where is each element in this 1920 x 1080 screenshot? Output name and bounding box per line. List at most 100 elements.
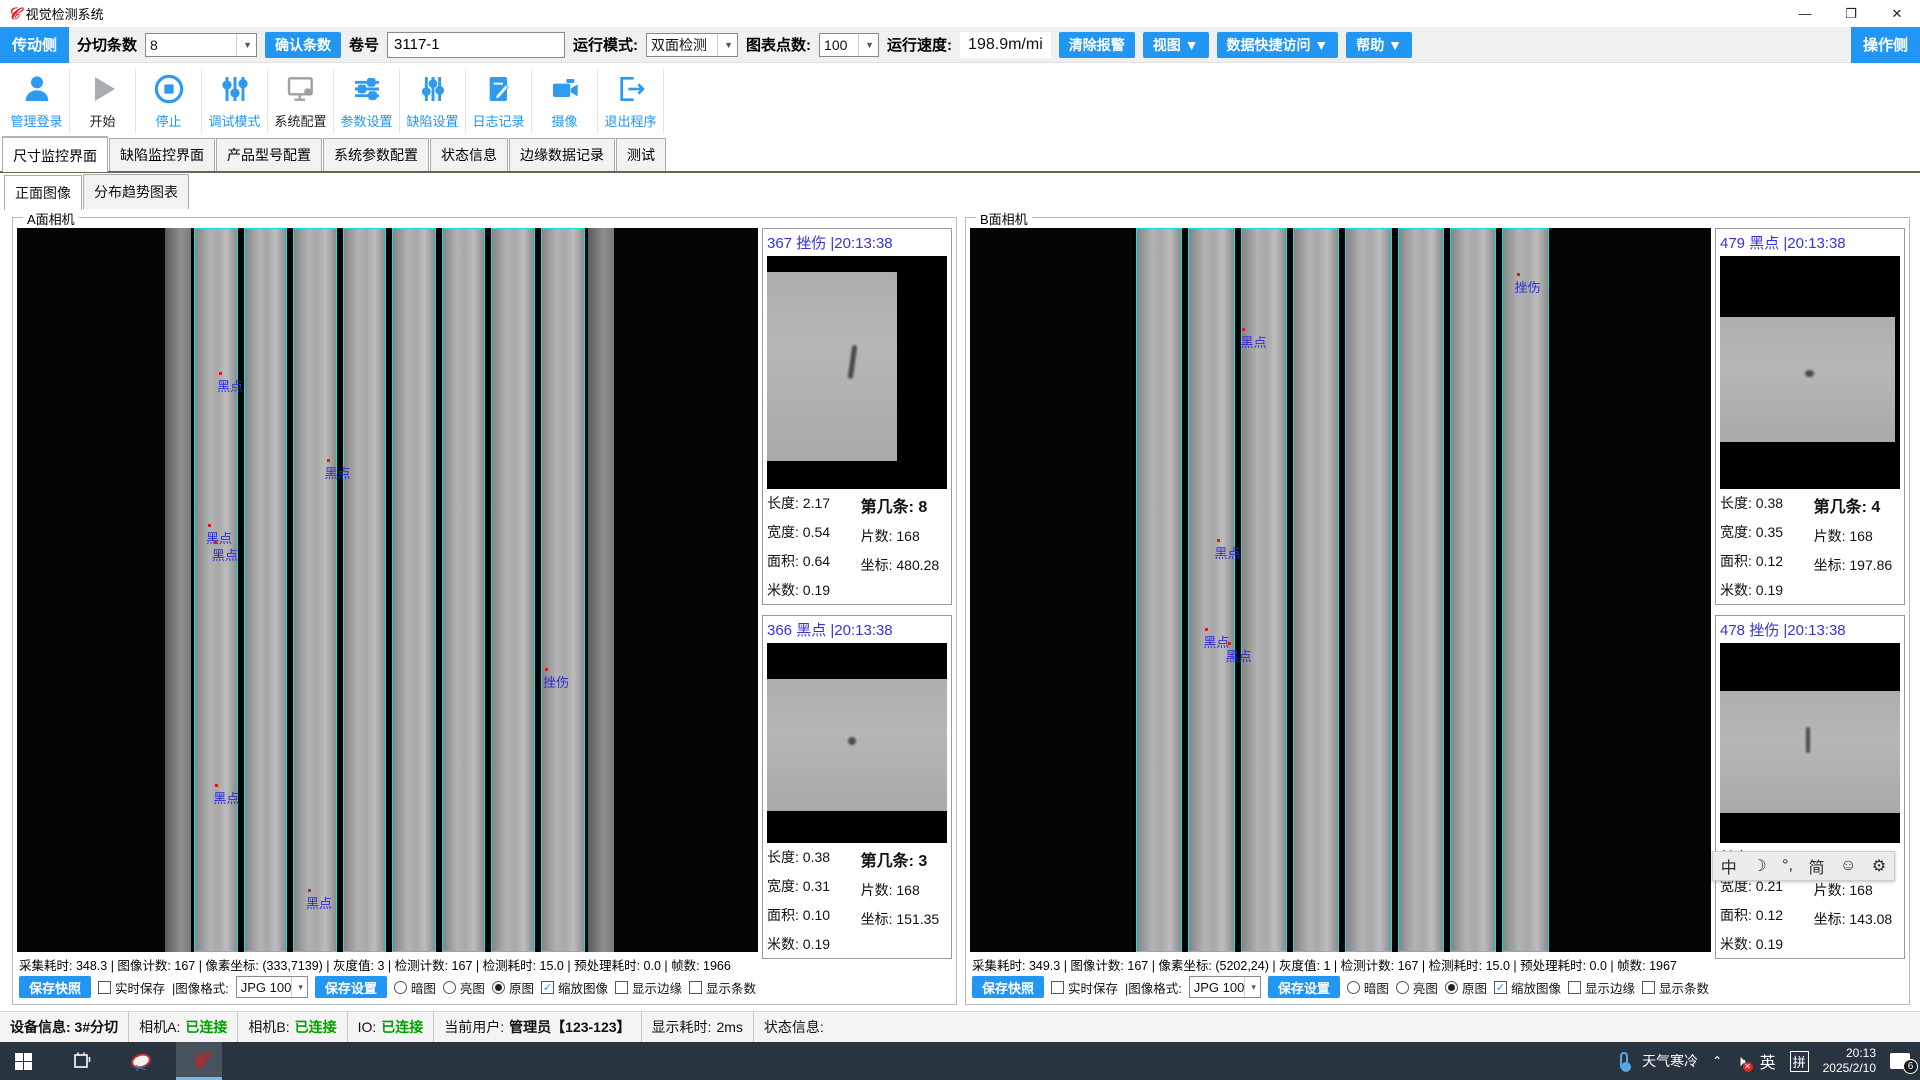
speed-value: 198.9m/mi	[960, 32, 1051, 58]
ime-pinyin-indicator[interactable]: 拼	[1790, 1051, 1809, 1072]
hidden-icons-chevron[interactable]: ⌃	[1712, 1054, 1722, 1068]
defect-card[interactable]: 366 黑点 |20:13:38 长度: 0.38 宽度: 0.31 面积: 0…	[762, 615, 952, 959]
drive-side-button[interactable]: 传动侧	[0, 27, 69, 63]
journal-pencil-icon	[483, 73, 515, 108]
io-conn-status: 已连接	[381, 1017, 423, 1037]
image-format-select[interactable]: JPG 100▾	[236, 976, 308, 998]
ime-simplified-toggle[interactable]: 简	[1809, 854, 1825, 878]
taskbar-app-tool[interactable]	[60, 1042, 106, 1080]
original-image-radio[interactable]: 原图	[492, 978, 534, 997]
film-strip	[541, 228, 585, 952]
bright-image-radio[interactable]: 亮图	[443, 978, 485, 997]
stat-length: 长度: 0.38	[767, 847, 861, 867]
ime-emoji-icon[interactable]: ☺	[1840, 857, 1856, 875]
help-menu-button[interactable]: 帮助 ▼	[1346, 32, 1412, 58]
system-config-button[interactable]: 系统配置	[268, 69, 334, 133]
dark-image-radio[interactable]: 暗图	[1347, 978, 1389, 997]
image-format-select[interactable]: JPG 100▾	[1189, 976, 1261, 998]
defect-card[interactable]: 367 挫伤 |20:13:38 长度: 2.17 宽度: 0.54 面积: 0…	[762, 228, 952, 605]
tab-system-param-config[interactable]: 系统参数配置	[323, 138, 429, 171]
subtab-front-image[interactable]: 正面图像	[4, 175, 82, 210]
ime-settings-gear-icon[interactable]: ⚙	[1872, 856, 1886, 876]
bright-image-radio[interactable]: 亮图	[1396, 978, 1438, 997]
split-count-select[interactable]: 8▼	[145, 33, 257, 57]
camera-record-button[interactable]: 摄像	[532, 69, 598, 133]
show-strip-count-checkbox[interactable]: 显示条数	[1642, 978, 1709, 997]
split-count-label: 分切条数	[77, 34, 137, 55]
stat-coordinate: 坐标: 197.86	[1814, 555, 1900, 575]
stat-coordinate: 坐标: 480.28	[861, 555, 947, 575]
tab-test[interactable]: 测试	[616, 138, 666, 171]
stat-width: 宽度: 0.31	[767, 876, 861, 896]
confirm-count-button[interactable]: 确认条数	[265, 32, 341, 58]
tab-size-monitor[interactable]: 尺寸监控界面	[2, 136, 108, 172]
camera-b-status-line: 采集耗时: 349.3 | 图像计数: 167 | 像素坐标: (5202,24…	[970, 952, 1711, 975]
chart-points-select[interactable]: 100▼	[819, 33, 879, 57]
parameter-settings-button[interactable]: 参数设置	[334, 69, 400, 133]
start-button[interactable]: 开始	[70, 69, 136, 133]
zoom-image-checkbox[interactable]: ✓缩放图像	[541, 978, 608, 997]
roll-number-input[interactable]	[387, 32, 565, 58]
show-edge-checkbox[interactable]: 显示边缘	[1568, 978, 1635, 997]
stat-piece-count: 片数: 168	[1814, 880, 1900, 900]
tab-defect-monitor[interactable]: 缺陷监控界面	[109, 138, 215, 171]
save-settings-button[interactable]: 保存设置	[315, 976, 387, 998]
tab-status-info[interactable]: 状态信息	[430, 138, 508, 171]
ribbon-toolbar: 管理登录 开始 停止 调试模式 系统配置 参数设置 缺陷设置 日志记录 摄像 退…	[0, 63, 1920, 139]
defect-settings-button[interactable]: 缺陷设置	[400, 69, 466, 133]
stop-button[interactable]: 停止	[136, 69, 202, 133]
show-edge-checkbox[interactable]: 显示边缘	[615, 978, 682, 997]
defect-card[interactable]: 479 黑点 |20:13:38 长度: 0.38 宽度: 0.35 面积: 0…	[1715, 228, 1905, 605]
taskbar-clock[interactable]: 20:13 2025/2/10	[1823, 1046, 1876, 1076]
taskbar-snipping-tool[interactable]: ✂	[118, 1042, 164, 1080]
minimize-button[interactable]: —	[1782, 0, 1828, 27]
close-button[interactable]: ✕	[1874, 0, 1920, 27]
windows-taskbar: ✂ 𝒞 天气寒冷 ⌃ 🕨✕ 英 拼 20:13 2025/2/10 6	[0, 1042, 1920, 1080]
operator-side-button[interactable]: 操作侧	[1851, 27, 1920, 63]
ime-chinese-mode[interactable]: 中	[1721, 854, 1737, 878]
realtime-save-checkbox[interactable]: 实时保存	[98, 978, 165, 997]
weather-text[interactable]: 天气寒冷	[1642, 1051, 1698, 1071]
clear-alarm-button[interactable]: 清除报警	[1059, 32, 1135, 58]
exit-program-button[interactable]: 退出程序	[598, 69, 664, 133]
subtab-trend-chart[interactable]: 分布趋势图表	[83, 174, 189, 209]
chevron-down-icon: ▾	[291, 977, 303, 997]
save-snapshot-button[interactable]: 保存快照	[19, 976, 91, 998]
start-button[interactable]	[0, 1042, 46, 1080]
dark-image-radio[interactable]: 暗图	[394, 978, 436, 997]
data-quick-access-button[interactable]: 数据快捷访问 ▼	[1217, 32, 1339, 58]
log-record-button[interactable]: 日志记录	[466, 69, 532, 133]
camera-b-conn-status: 已连接	[295, 1017, 337, 1037]
save-snapshot-button[interactable]: 保存快照	[972, 976, 1044, 998]
run-mode-select[interactable]: 双面检测▼	[646, 33, 738, 57]
display-time-label: 显示耗时:	[652, 1017, 712, 1037]
window-title: 视觉检测系统	[26, 4, 104, 23]
tab-edge-data-record[interactable]: 边缘数据记录	[509, 138, 615, 171]
taskbar-vision-app[interactable]: 𝒞	[176, 1042, 222, 1080]
app-status-bar: 设备信息: 3#分切 相机A:已连接 相机B:已连接 IO:已连接 当前用户:管…	[0, 1011, 1920, 1042]
realtime-save-checkbox[interactable]: 实时保存	[1051, 978, 1118, 997]
ime-language-indicator[interactable]: 英	[1760, 1049, 1776, 1073]
debug-mode-button[interactable]: 调试模式	[202, 69, 268, 133]
chart-points-label: 图表点数:	[746, 34, 811, 55]
save-settings-button[interactable]: 保存设置	[1268, 976, 1340, 998]
defect-card[interactable]: 478 挫伤 |20:13:38 长度: 0.57 宽度: 0.21 面积: 0…	[1715, 615, 1905, 959]
current-user-label: 当前用户:	[444, 1017, 504, 1037]
stat-area: 面积: 0.10	[767, 905, 861, 925]
ime-halfmoon-icon[interactable]: ☽	[1752, 856, 1766, 876]
view-menu-button[interactable]: 视图 ▼	[1143, 32, 1209, 58]
maximize-button[interactable]: ❐	[1828, 0, 1874, 27]
stat-area: 面积: 0.12	[1720, 551, 1814, 571]
defect-card-header: 367 挫伤 |20:13:38	[767, 231, 947, 256]
admin-login-button[interactable]: 管理登录	[4, 69, 70, 133]
film-strip	[293, 228, 337, 952]
defect-thumbnail	[1720, 256, 1900, 489]
ime-punctuation-toggle[interactable]: °,	[1782, 857, 1793, 875]
notification-center-icon[interactable]: 6	[1890, 1053, 1910, 1069]
camera-b-panel: B面相机 挫伤 黑点 黑点 黑点 黑点 采集耗时: 349.3 | 图像计数: …	[965, 217, 1910, 1005]
show-strip-count-checkbox[interactable]: 显示条数	[689, 978, 756, 997]
muted-speaker-icon[interactable]: 🕨✕	[1736, 1053, 1745, 1070]
original-image-radio[interactable]: 原图	[1445, 978, 1487, 997]
zoom-image-checkbox[interactable]: ✓缩放图像	[1494, 978, 1561, 997]
tab-product-model-config[interactable]: 产品型号配置	[216, 138, 322, 171]
